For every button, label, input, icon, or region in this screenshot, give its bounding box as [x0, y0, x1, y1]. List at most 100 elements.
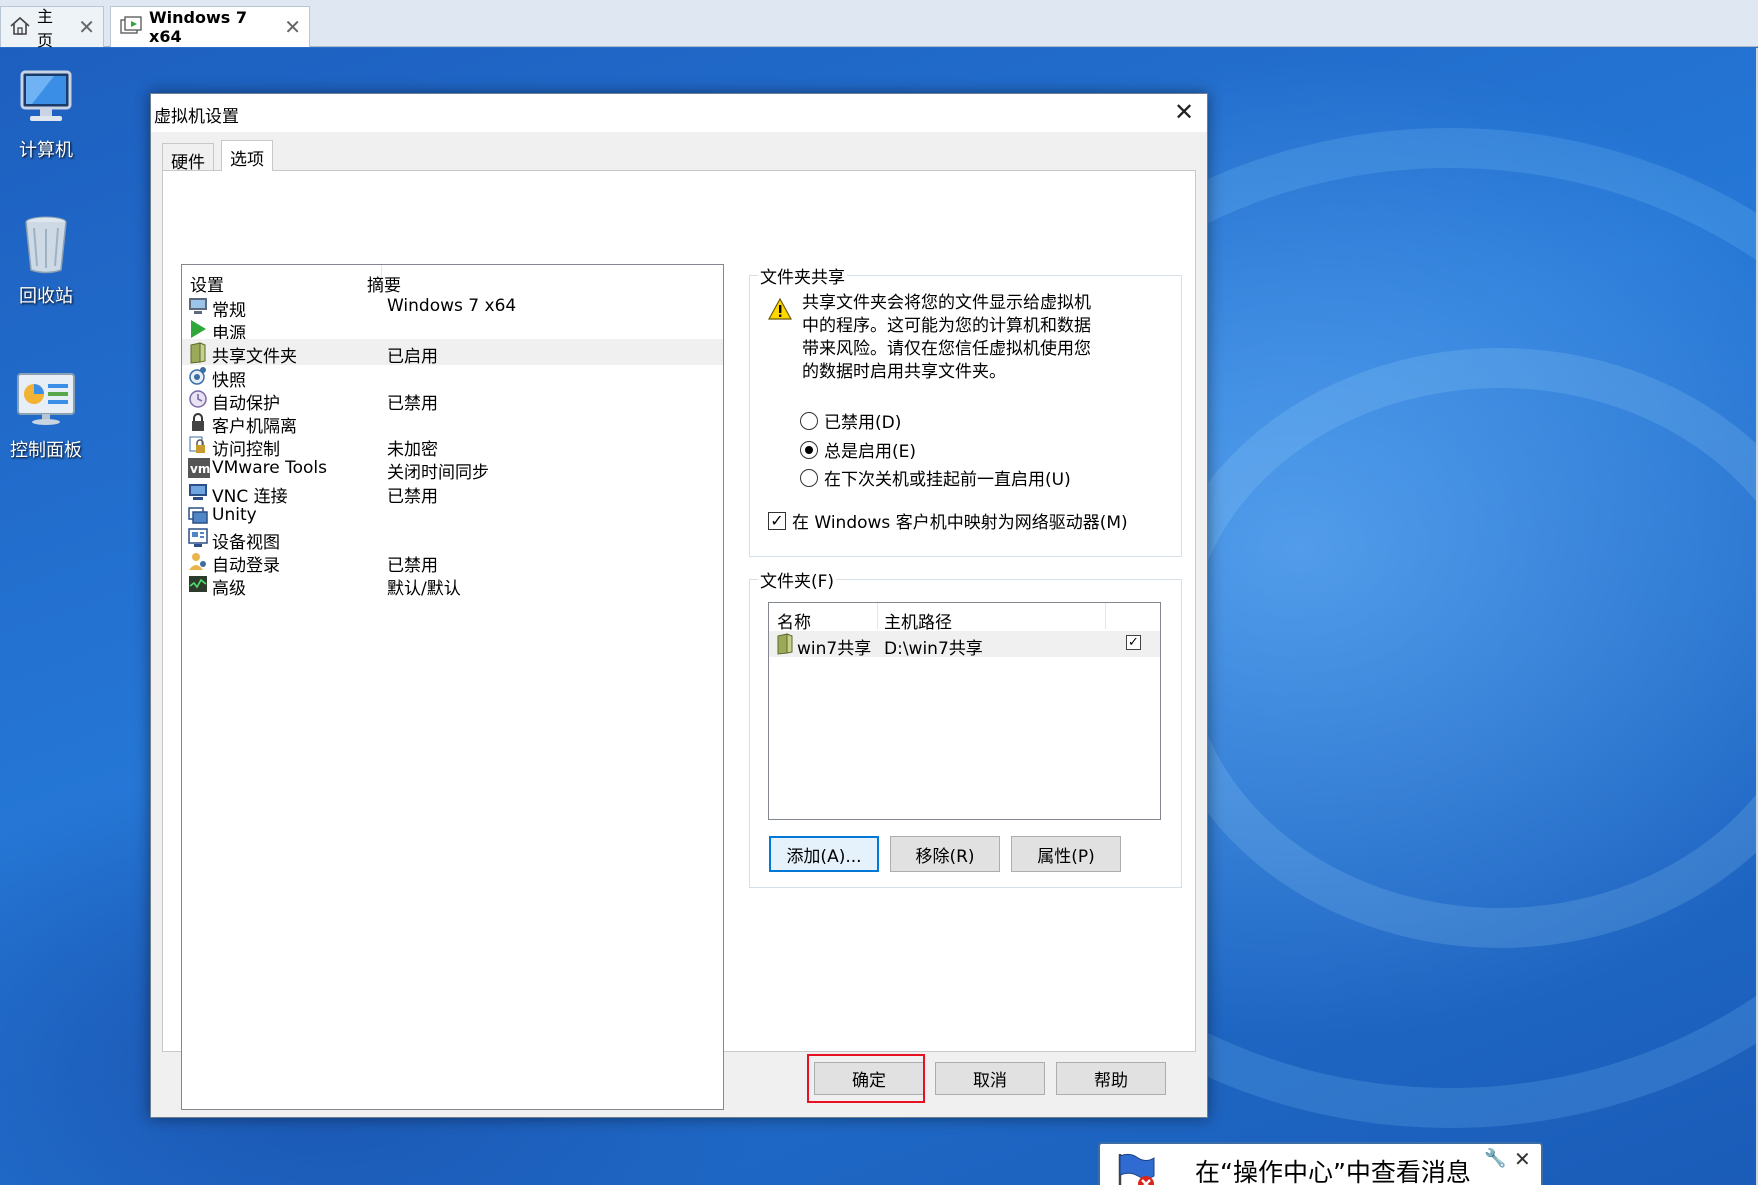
action-center-notification[interactable]: 在“操作中心”中查看消息 🔧 ✕ [1098, 1142, 1543, 1185]
desktop-icon-recycle-bin[interactable]: 回收站 [0, 212, 92, 308]
radio-disabled[interactable]: 已禁用(D) [800, 408, 901, 433]
warning-text: 共享文件夹会将您的文件显示给虚拟机 中的程序。这可能为您的计算机和数据 带来风险… [802, 292, 1102, 384]
radio-disabled-label: 已禁用(D) [824, 413, 902, 433]
radio-circle-checked[interactable] [800, 440, 818, 459]
vm-tab-bar: 主页 ✕ Windows 7 x64 ✕ [0, 0, 1758, 50]
power-play-icon [188, 319, 208, 339]
options-panel: 设置 摘要 常规 Windows 7 x64 电源 共享文件夹 已启用 快照 自动保护 已禁用… [162, 170, 1196, 1110]
desktop-icon-computer[interactable]: 计算机 [0, 66, 92, 162]
radio-circle[interactable] [800, 411, 818, 430]
warning-icon [767, 297, 793, 320]
remove-button[interactable]: 移除(R) [890, 836, 1000, 872]
settings-row-shared-folder[interactable]: 共享文件夹 已启用 [182, 339, 723, 367]
tab-home-label: 主页 [37, 7, 54, 50]
settings-row-autologin[interactable]: 自动登录 已禁用 [182, 548, 723, 576]
folder-table[interactable]: 名称 主机路径 win7共享 D:\win7共享 ✓ [768, 602, 1161, 820]
settings-row-snapshot[interactable]: 快照 [182, 363, 723, 391]
tab-vm[interactable]: Windows 7 x64 ✕ [110, 6, 310, 47]
folders-title: 文件夹(F) [758, 567, 837, 592]
radio-until-poweroff-label: 在下次关机或挂起前一直启用(U) [824, 470, 1071, 490]
column-header-host-path[interactable]: 主机路径 [884, 608, 952, 633]
settings-row-autoprotect[interactable]: 自动保护 已禁用 [182, 386, 723, 414]
shared-folder-icon [188, 342, 208, 364]
home-icon [9, 15, 31, 39]
settings-row-unity[interactable]: Unity [182, 502, 723, 528]
dialog-title: 虚拟机设置 [154, 107, 239, 127]
settings-row-name: 高级 [212, 579, 246, 600]
column-divider[interactable] [877, 603, 878, 629]
settings-row-summary: 默认/默认 [387, 579, 461, 600]
warning-line: 的数据时启用共享文件夹。 [802, 362, 1006, 382]
vm-icon [119, 15, 143, 39]
settings-row-name: VMware Tools [212, 458, 327, 479]
radio-always-enabled[interactable]: 总是启用(E) [800, 437, 916, 462]
tab-vm-label: Windows 7 x64 [149, 8, 247, 46]
vmware-tools-icon: vm [188, 458, 210, 479]
folder-host-path: D:\win7共享 [884, 639, 983, 659]
column-header-name[interactable]: 名称 [777, 608, 811, 633]
warning-line: 带来风险。请仅在您信任虚拟机使用您 [802, 339, 1091, 359]
computer-icon [14, 66, 78, 130]
settings-row-power-play[interactable]: 电源 [182, 316, 723, 344]
radio-always-enabled-label: 总是启用(E) [824, 442, 917, 462]
map-network-drive-checkbox[interactable]: ✓ 在 Windows 客户机中映射为网络驱动器(M) [768, 508, 1128, 533]
recycle-bin-icon [14, 212, 78, 276]
folders-group: 文件夹(F) 名称 主机路径 win7共享 D:\win7共享 ✓ 添加(A).… [749, 567, 1182, 888]
settings-row-advanced[interactable]: 高级 默认/默认 [182, 571, 723, 600]
cancel-button[interactable]: 取消 [935, 1062, 1045, 1095]
settings-row-access-control[interactable]: 访问控制 未加密 [182, 432, 723, 460]
autologin-icon [188, 551, 208, 571]
close-icon[interactable]: ✕ [1169, 98, 1199, 128]
desktop-icon-computer-label: 计算机 [19, 140, 73, 161]
folder-enabled-checkbox[interactable]: ✓ [1126, 635, 1141, 650]
folder-sharing-group: 文件夹共享 共享文件夹会将您的文件显示给虚拟机 中的程序。这可能为您的计算机和数… [749, 263, 1182, 557]
map-network-drive-label: 在 Windows 客户机中映射为网络驱动器(M) [792, 513, 1128, 533]
properties-button[interactable]: 属性(P) [1011, 836, 1121, 872]
tab-home-close-icon[interactable]: ✕ [78, 15, 95, 39]
access-control-icon [188, 435, 208, 455]
settings-row-lock[interactable]: 客户机隔离 [182, 409, 723, 437]
desktop-icon-control-panel-label: 控制面板 [10, 440, 82, 461]
table-row[interactable]: win7共享 D:\win7共享 ✓ [769, 631, 1160, 659]
snapshot-icon [188, 366, 208, 386]
vnc-icon [188, 482, 208, 502]
tab-options[interactable]: 选项 [221, 140, 273, 171]
svg-text:vm: vm [190, 462, 210, 476]
tab-home[interactable]: 主页 ✕ [0, 6, 104, 50]
lock-icon [188, 412, 208, 432]
shared-folder-icon [775, 633, 795, 655]
help-button[interactable]: 帮助 [1056, 1062, 1166, 1095]
tab-hardware[interactable]: 硬件 [162, 143, 214, 173]
control-panel-icon [14, 366, 78, 430]
advanced-icon [188, 574, 208, 594]
checkbox-checked[interactable]: ✓ [768, 511, 786, 530]
action-center-flag-icon [1114, 1150, 1158, 1185]
settings-row-monitor[interactable]: 常规 Windows 7 x64 [182, 293, 723, 321]
close-icon[interactable]: ✕ [1514, 1147, 1531, 1171]
settings-row-name: Unity [212, 504, 257, 525]
ok-button-highlight-box [807, 1054, 925, 1103]
folder-sharing-title: 文件夹共享 [758, 263, 847, 288]
vm-settings-dialog: 虚拟机设置 ✕ 硬件 选项 设置 摘要 常规 Windows 7 x64 电源 共享文… [150, 93, 1208, 1118]
monitor-icon [188, 296, 208, 316]
desktop-icon-control-panel[interactable]: 控制面板 [0, 366, 92, 462]
desktop-icon-recycle-bin-label: 回收站 [19, 286, 73, 307]
settings-row-vmware-tools[interactable]: vm VMware Tools 关闭时间同步 [182, 455, 723, 483]
folder-name: win7共享 [797, 639, 872, 659]
radio-circle[interactable] [800, 468, 818, 487]
notification-text: 在“操作中心”中查看消息 [1195, 1158, 1471, 1185]
column-divider[interactable] [1105, 603, 1106, 629]
tab-vm-close-icon[interactable]: ✕ [284, 15, 301, 39]
warning-line: 共享文件夹会将您的文件显示给虚拟机 [802, 293, 1091, 313]
unity-icon [188, 505, 208, 525]
settings-list[interactable]: 设置 摘要 常规 Windows 7 x64 电源 共享文件夹 已启用 快照 自动保护 已禁用… [181, 264, 724, 1110]
wrench-icon[interactable]: 🔧 [1484, 1148, 1506, 1169]
list-header: 设置 摘要 [182, 265, 723, 296]
add-button[interactable]: 添加(A)... [769, 836, 879, 872]
radio-until-poweroff[interactable]: 在下次关机或挂起前一直启用(U) [800, 465, 1071, 490]
device-view-icon [188, 528, 208, 548]
dialog-titlebar[interactable]: 虚拟机设置 ✕ [151, 94, 1207, 132]
settings-row-device-view[interactable]: 设备视图 [182, 525, 723, 553]
warning-line: 中的程序。这可能为您的计算机和数据 [802, 316, 1091, 336]
settings-row-vnc[interactable]: VNC 连接 已禁用 [182, 479, 723, 507]
